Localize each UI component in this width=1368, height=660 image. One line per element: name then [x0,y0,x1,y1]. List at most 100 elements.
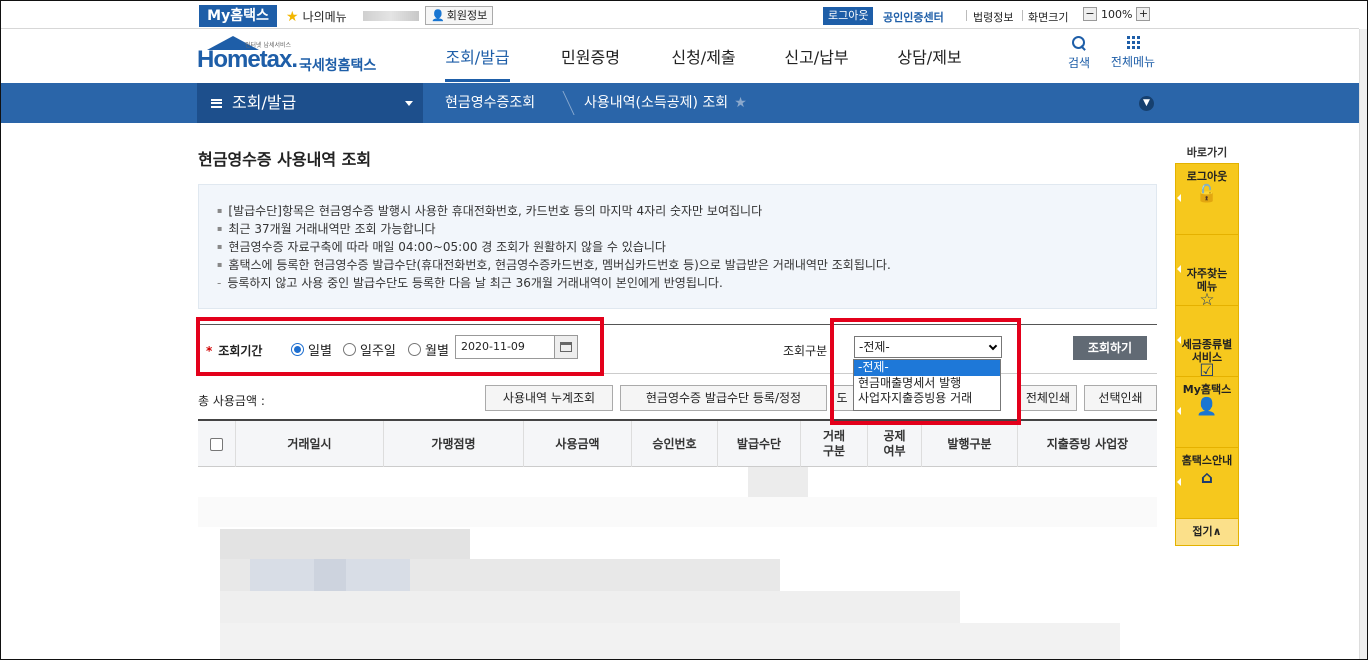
hometax-logo[interactable]: 인터넷 납세서비스 Hometax. 국세청홈택스 [197,36,387,78]
radio-monthly-label: 월별 [425,344,449,359]
radio-daily[interactable]: 일별 [291,340,332,359]
logo-wordmark: Hometax. [197,46,298,73]
cumulative-inquiry-button[interactable]: 사용내역 누계조회 [485,385,613,411]
quick-my-hometax[interactable]: My홈택스 👤 [1176,377,1238,448]
favorite-star-icon[interactable]: ★ [734,95,747,111]
radio-monthly[interactable]: 월별 [408,340,449,359]
col-expense-business: 지출증빙 사업장 [1046,436,1129,451]
utility-bar: My홈택스 ★ 나의메뉴 👤 회원정보 로그아웃 공인인증센터 법령정보 화면크… [1,1,1359,29]
site-header: 인터넷 납세서비스 Hometax. 국세청홈택스 조회/발급 민원증명 신청/… [1,30,1359,82]
all-menu-button[interactable]: 전체메뉴 [1105,36,1161,70]
radio-monthly-dot[interactable] [408,343,421,356]
nav-civil-certificate[interactable]: 민원증명 [534,30,647,82]
required-mark: * [206,344,213,358]
breadcrumb-item-cash-receipt[interactable]: 현금영수증조회 [445,83,535,123]
kind-dropdown-list: -전제- 현금매출명세서 발행 사업자지출증빙용 거래 [853,359,1001,411]
chevron-down-icon[interactable]: ▼ [1139,96,1154,111]
radio-weekly[interactable]: 일주일 [343,340,396,359]
divider [1022,10,1023,21]
nav-apply-submit[interactable]: 신청/제출 [647,30,760,82]
blurred-user-name [363,11,419,21]
nav-inquiry-issue[interactable]: 조회/발급 [421,30,534,82]
notice-item: 현금영수증 자료구축에 따라 매일 04:00~05:00 경 조회가 원활하지… [217,238,1156,256]
select-all-cell [198,421,236,467]
query-button[interactable]: 조회하기 [1073,336,1147,360]
print-all-button[interactable]: 전체인쇄 [1017,385,1077,411]
member-info-button[interactable]: 👤 회원정보 [425,6,494,25]
main-nav: 조회/발급 민원증명 신청/제출 신고/납부 상담/제보 [421,30,986,82]
register-method-button[interactable]: 현금영수증 발급수단 등록/정정 [620,385,827,411]
table-header: 거래일시 가맹점명 사용금액 승인번호 발급수단 거래 구분 공제 여부 발행구… [198,419,1157,467]
kind-select[interactable]: -전제- [854,336,1002,358]
blur-block [220,591,960,623]
triangle-left-icon [1177,194,1181,202]
breadcrumb-item-usage[interactable]: 사용내역(소득공제) 조회 ★ [584,83,747,123]
quick-fold-button[interactable]: 접기∧ [1176,519,1238,545]
search-icon [1072,36,1086,52]
breadcrumb-main-label: 조회/발급 [232,93,297,112]
notice-box: [발급수단]항목은 현금영수증 발행시 사용한 휴대전화번호, 카드번호 등의 … [198,184,1157,309]
nav-consult-report[interactable]: 상담/제보 [873,30,986,82]
option-all[interactable]: -전제- [854,360,1000,376]
quick-links-title: 바로가기 [1186,146,1228,159]
col-merchant: 가맹점명 [384,421,524,467]
nav-report-pay[interactable]: 신고/납부 [760,30,873,82]
blur-block [198,497,1157,527]
option-business-expense[interactable]: 사업자지출증빙용 거래 [854,391,1000,407]
page-title: 현금영수증 사용내역 조회 [198,150,372,169]
zoom-value: 100% [1101,7,1133,21]
quick-tax-service[interactable]: 세금종류별 서비스 ☑ [1176,306,1238,380]
print-all-label: 전체인쇄 [1025,391,1070,405]
triangle-left-icon [1177,265,1181,273]
mytax-tab[interactable]: My홈택스 [199,5,277,27]
person-icon: 👤 [1196,397,1218,417]
quick-guide[interactable]: 홈택스안내 ⌂ [1176,448,1238,519]
notice-subitem: 등록하지 않고 사용 중인 발급수단도 등록한 다음 날 최근 36개월 거래내… [217,274,1156,292]
quick-logout[interactable]: 로그아웃 🔓 [1176,164,1238,235]
search-form: * 조회기간 일별 일주일 월별 2020-11-09 조회구분 -전제- 조회하… [198,324,1157,374]
print-selected-button[interactable]: 선택인쇄 [1084,385,1157,411]
select-all-checkbox[interactable] [210,437,223,451]
notice-item: 홈택스에 등록한 현금영수증 발급수단(휴대전화번호, 현금영수증카드번호, 멤… [217,256,1156,274]
vertical-scrollbar[interactable] [1359,29,1367,659]
blur-block [220,623,1120,659]
date-input[interactable]: 2020-11-09 [455,335,555,359]
quick-logout-label: 로그아웃 [1186,170,1228,183]
quick-my-hometax-label: My홈택스 [1182,383,1232,396]
col-deduction: 공제 여부 [868,421,922,467]
kind-select-value: -전제- [859,340,890,354]
zoom-control: − 100% + [1083,7,1151,21]
unlock-icon: 🔓 [1196,184,1218,204]
radio-daily-dot[interactable] [291,343,304,356]
quick-favorites[interactable]: 자주찾는 메뉴 ☆ [1176,235,1238,309]
breadcrumb-separator [547,91,575,115]
calendar-button[interactable] [554,335,578,359]
period-label-text: 조회기간 [218,344,263,358]
radio-weekly-dot[interactable] [343,343,356,356]
radio-weekly-label: 일주일 [360,344,396,359]
zoom-out-button[interactable]: − [1083,7,1097,21]
all-menu-label: 전체메뉴 [1110,55,1156,69]
quick-guide-label: 홈택스안내 [1181,454,1233,467]
star-icon: ★ [286,8,299,25]
notice-item: [발급수단]항목은 현금영수증 발행시 사용한 휴대전화번호, 카드번호 등의 … [217,202,1156,220]
period-label: * 조회기간 [206,342,262,359]
option-cash-sales[interactable]: 현금매출명세서 발행 [854,376,1000,392]
grid-menu-icon [1126,36,1140,49]
triangle-left-icon [1177,407,1181,415]
breadcrumb-main-menu[interactable]: 조회/발급 [197,83,423,123]
law-info-link[interactable]: 법령정보 [973,9,1013,25]
logout-button[interactable]: 로그아웃 [823,7,874,25]
cert-center-link[interactable]: 공인인증센터 [883,9,944,25]
zoom-in-button[interactable]: + [1136,7,1151,21]
blur-block [314,559,346,591]
triangle-left-icon [1177,478,1181,486]
divider [966,10,967,21]
quick-links: 바로가기 로그아웃 🔓 자주찾는 메뉴 ☆ 세금종류별 서비스 ☑ My홈택스 … [1175,143,1239,546]
hamburger-icon [211,98,222,108]
triangle-left-icon [1177,336,1181,344]
download-button[interactable]: 도 [830,385,854,411]
my-menu-link[interactable]: ★ 나의메뉴 [286,8,347,25]
kind-label: 조회구분 [783,344,828,358]
search-tool-button[interactable]: 검색 [1061,36,1097,71]
